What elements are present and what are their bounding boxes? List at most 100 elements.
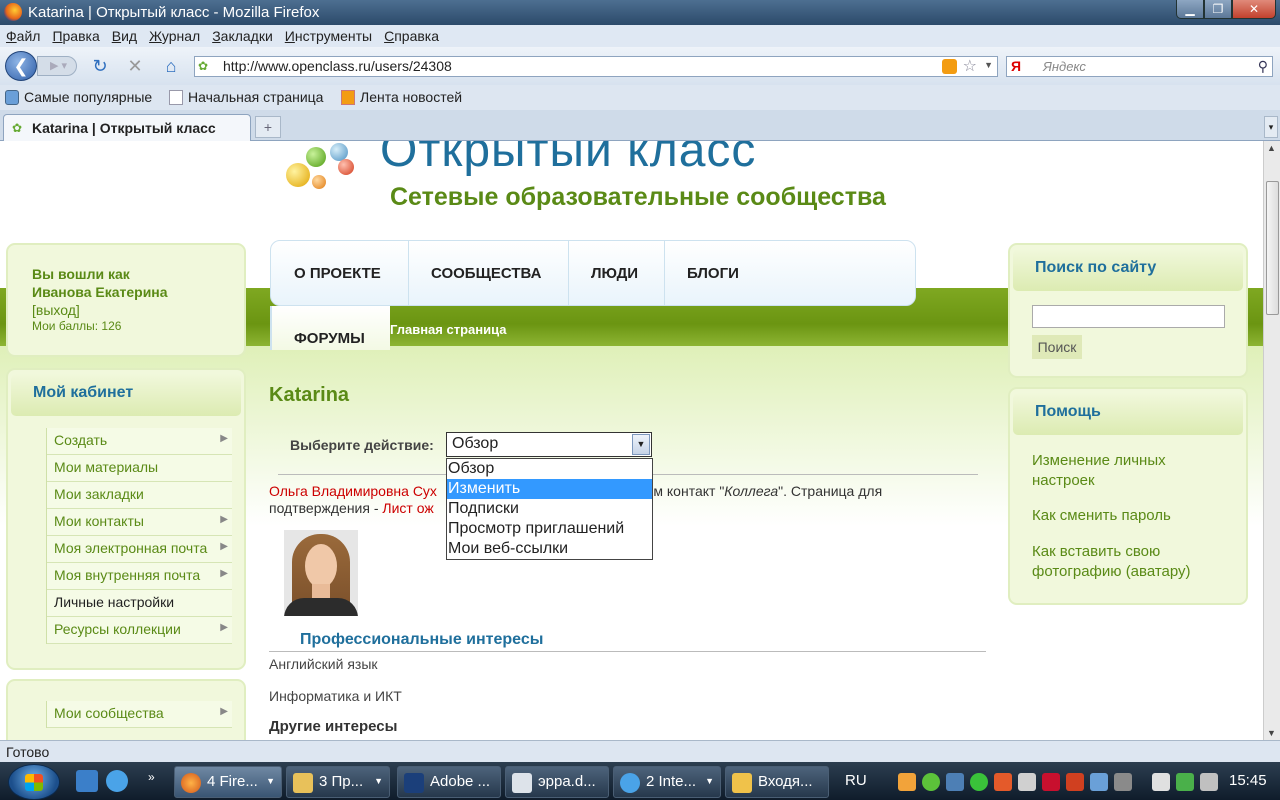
nav-forums[interactable]: ФОРУМЫ <box>270 306 390 350</box>
nav-people[interactable]: ЛЮДИ <box>569 241 665 305</box>
search-placeholder[interactable]: Яндекс <box>1043 59 1086 74</box>
show-desktop-icon[interactable] <box>76 770 98 792</box>
tray-device-icon[interactable] <box>1152 773 1170 791</box>
chevron-down-icon[interactable]: ▼ <box>632 434 650 455</box>
tray-kaspersky-icon[interactable] <box>1042 773 1060 791</box>
rss-icon[interactable] <box>942 59 957 74</box>
site-logo[interactable]: Открытый класс Сетевые образовательные с… <box>272 141 892 223</box>
cabinet-item-materials[interactable]: Мои материалы <box>47 455 232 482</box>
reload-icon[interactable]: ↻ <box>89 56 111 78</box>
nav-about[interactable]: О ПРОЕКТЕ <box>271 241 409 305</box>
taskbar-firefox[interactable]: 4 Fire... ▼ <box>174 766 282 798</box>
language-indicator[interactable]: RU <box>845 772 867 789</box>
login-user[interactable]: Иванова Екатерина <box>32 283 220 301</box>
arrow-right-icon: ▶ <box>220 514 228 525</box>
help-link-settings[interactable]: Изменение личных настроек <box>1032 451 1232 491</box>
stop-icon[interactable]: ✕ <box>124 56 146 78</box>
tray-app-icon[interactable] <box>1066 773 1084 791</box>
address-bar[interactable]: ✿ http://www.openclass.ru/users/24308 ☆ … <box>194 56 998 77</box>
option-invitations[interactable]: Просмотр приглашений <box>447 519 652 539</box>
menu-bookmarks[interactable]: Закладки <box>212 25 273 47</box>
tray-check-icon[interactable] <box>970 773 988 791</box>
taskbar-mail[interactable]: Входя... <box>725 766 829 798</box>
nav-communities[interactable]: СООБЩЕСТВА <box>409 241 569 305</box>
tray-app-icon[interactable] <box>1114 773 1132 791</box>
close-button[interactable]: ✕ <box>1232 0 1276 19</box>
tray-icq-icon[interactable] <box>922 773 940 791</box>
taskbar-internet-explorer[interactable]: 2 Inte... ▼ <box>613 766 721 798</box>
cabinet-item-settings[interactable]: Личные настройки <box>47 590 232 617</box>
cabinet-item-bookmarks[interactable]: Мои закладки <box>47 482 232 509</box>
forward-button[interactable]: ▶ ▾ <box>37 56 77 76</box>
help-link-avatar[interactable]: Как вставить свою фотографию (аватару) <box>1032 542 1232 582</box>
menu-help[interactable]: Справка <box>384 25 439 47</box>
menu-edit[interactable]: Правка <box>52 25 99 47</box>
tray-network-icon[interactable] <box>946 773 964 791</box>
internet-explorer-icon[interactable] <box>106 770 128 792</box>
status-text: Готово <box>6 744 50 760</box>
notice-contact-link[interactable]: Ольга Владимировна Сух <box>269 483 437 499</box>
start-button[interactable] <box>8 764 60 800</box>
action-select[interactable]: Обзор ▼ <box>446 432 652 457</box>
minimize-button[interactable]: ▁ <box>1176 0 1204 19</box>
cabinet-item-internal-mail[interactable]: Моя внутренняя почта ▶ <box>47 563 232 590</box>
chevron-down-icon: ▼ <box>374 776 383 786</box>
menu-view[interactable]: Вид <box>112 25 137 47</box>
tray-app-icon[interactable] <box>898 773 916 791</box>
option-overview[interactable]: Обзор <box>447 459 652 479</box>
maximize-button[interactable]: ❐ <box>1204 0 1232 19</box>
home-icon[interactable]: ⌂ <box>160 56 182 78</box>
cabinet-item-email[interactable]: Моя электронная почта ▶ <box>47 536 232 563</box>
clock[interactable]: 15:45 <box>1229 772 1267 789</box>
firefox-icon <box>4 3 22 21</box>
tray-network-status-icon[interactable] <box>1176 773 1194 791</box>
tray-app-icon[interactable] <box>1018 773 1036 791</box>
tab-list-button[interactable]: ▾ <box>1264 116 1278 138</box>
arrow-right-icon: ▶ <box>220 622 228 633</box>
new-tab-button[interactable]: + <box>255 116 281 138</box>
logout-link[interactable]: [выход] <box>32 301 220 319</box>
menu-tools[interactable]: Инструменты <box>285 25 372 47</box>
cabinet-item-contacts[interactable]: Мои контакты ▶ <box>47 509 232 536</box>
help-panel: Помощь Изменение личных настроек Как сме… <box>1008 387 1248 605</box>
nav-blogs[interactable]: БЛОГИ <box>665 241 785 305</box>
scroll-down-icon[interactable]: ▼ <box>1267 728 1276 738</box>
tray-app-icon[interactable] <box>994 773 1012 791</box>
vertical-scrollbar[interactable]: ▲ ▼ <box>1263 141 1280 740</box>
option-subscriptions[interactable]: Подписки <box>447 499 652 519</box>
search-icon[interactable]: ⚲ <box>1258 58 1268 75</box>
address-url[interactable]: http://www.openclass.ru/users/24308 <box>223 58 452 74</box>
tray-app-icon[interactable] <box>1090 773 1108 791</box>
bookmark-news-feed[interactable]: Лента новостей <box>341 89 462 105</box>
scrollbar-thumb[interactable] <box>1266 181 1279 315</box>
help-link-password[interactable]: Как сменить пароль <box>1032 506 1232 526</box>
option-web-links[interactable]: Мои веб-ссылки <box>447 539 652 559</box>
cabinet-item-collection[interactable]: Ресурсы коллекции ▶ <box>47 617 232 644</box>
notice-waiting-list-link[interactable]: Лист ож <box>382 500 433 516</box>
back-button[interactable]: ❮ <box>5 51 37 81</box>
quicklaunch-overflow-icon[interactable]: » <box>148 770 162 792</box>
taskbar-label: 3 Пр... <box>319 773 364 790</box>
search-bar[interactable]: Я Яндекс ⚲ <box>1006 56 1273 77</box>
scroll-up-icon[interactable]: ▲ <box>1267 143 1276 153</box>
volume-icon[interactable] <box>1200 773 1218 791</box>
history-dropdown-icon[interactable]: ▼ <box>984 60 993 70</box>
bookmark-most-visited[interactable]: Самые популярные <box>5 89 152 105</box>
site-search-input[interactable] <box>1032 305 1225 328</box>
login-caption: Вы вошли как <box>32 266 130 282</box>
bookmark-star-icon[interactable]: ☆ <box>963 56 977 76</box>
menu-history[interactable]: Журнал <box>149 25 200 47</box>
site-search-button[interactable]: Поиск <box>1032 335 1082 359</box>
taskbar-photoshop[interactable]: Adobe ... <box>397 766 501 798</box>
option-edit[interactable]: Изменить <box>447 479 652 499</box>
cabinet-item-create[interactable]: Создать ▶ <box>47 428 232 455</box>
breadcrumb[interactable]: Главная страница <box>390 322 506 337</box>
menu-file[interactable]: Файл <box>6 25 40 47</box>
taskbar-document[interactable]: эрра.d... <box>505 766 609 798</box>
tab-katarina[interactable]: ✿ Katarina | Открытый класс <box>3 114 251 141</box>
my-communities-item[interactable]: Мои сообщества ▶ <box>47 701 232 728</box>
taskbar-folders[interactable]: 3 Пр... ▼ <box>286 766 390 798</box>
bookmark-start-page[interactable]: Начальная страница <box>169 89 323 105</box>
yandex-icon[interactable]: Я <box>1011 58 1021 74</box>
login-panel: Вы вошли как Иванова Екатерина [выход] М… <box>6 243 246 357</box>
